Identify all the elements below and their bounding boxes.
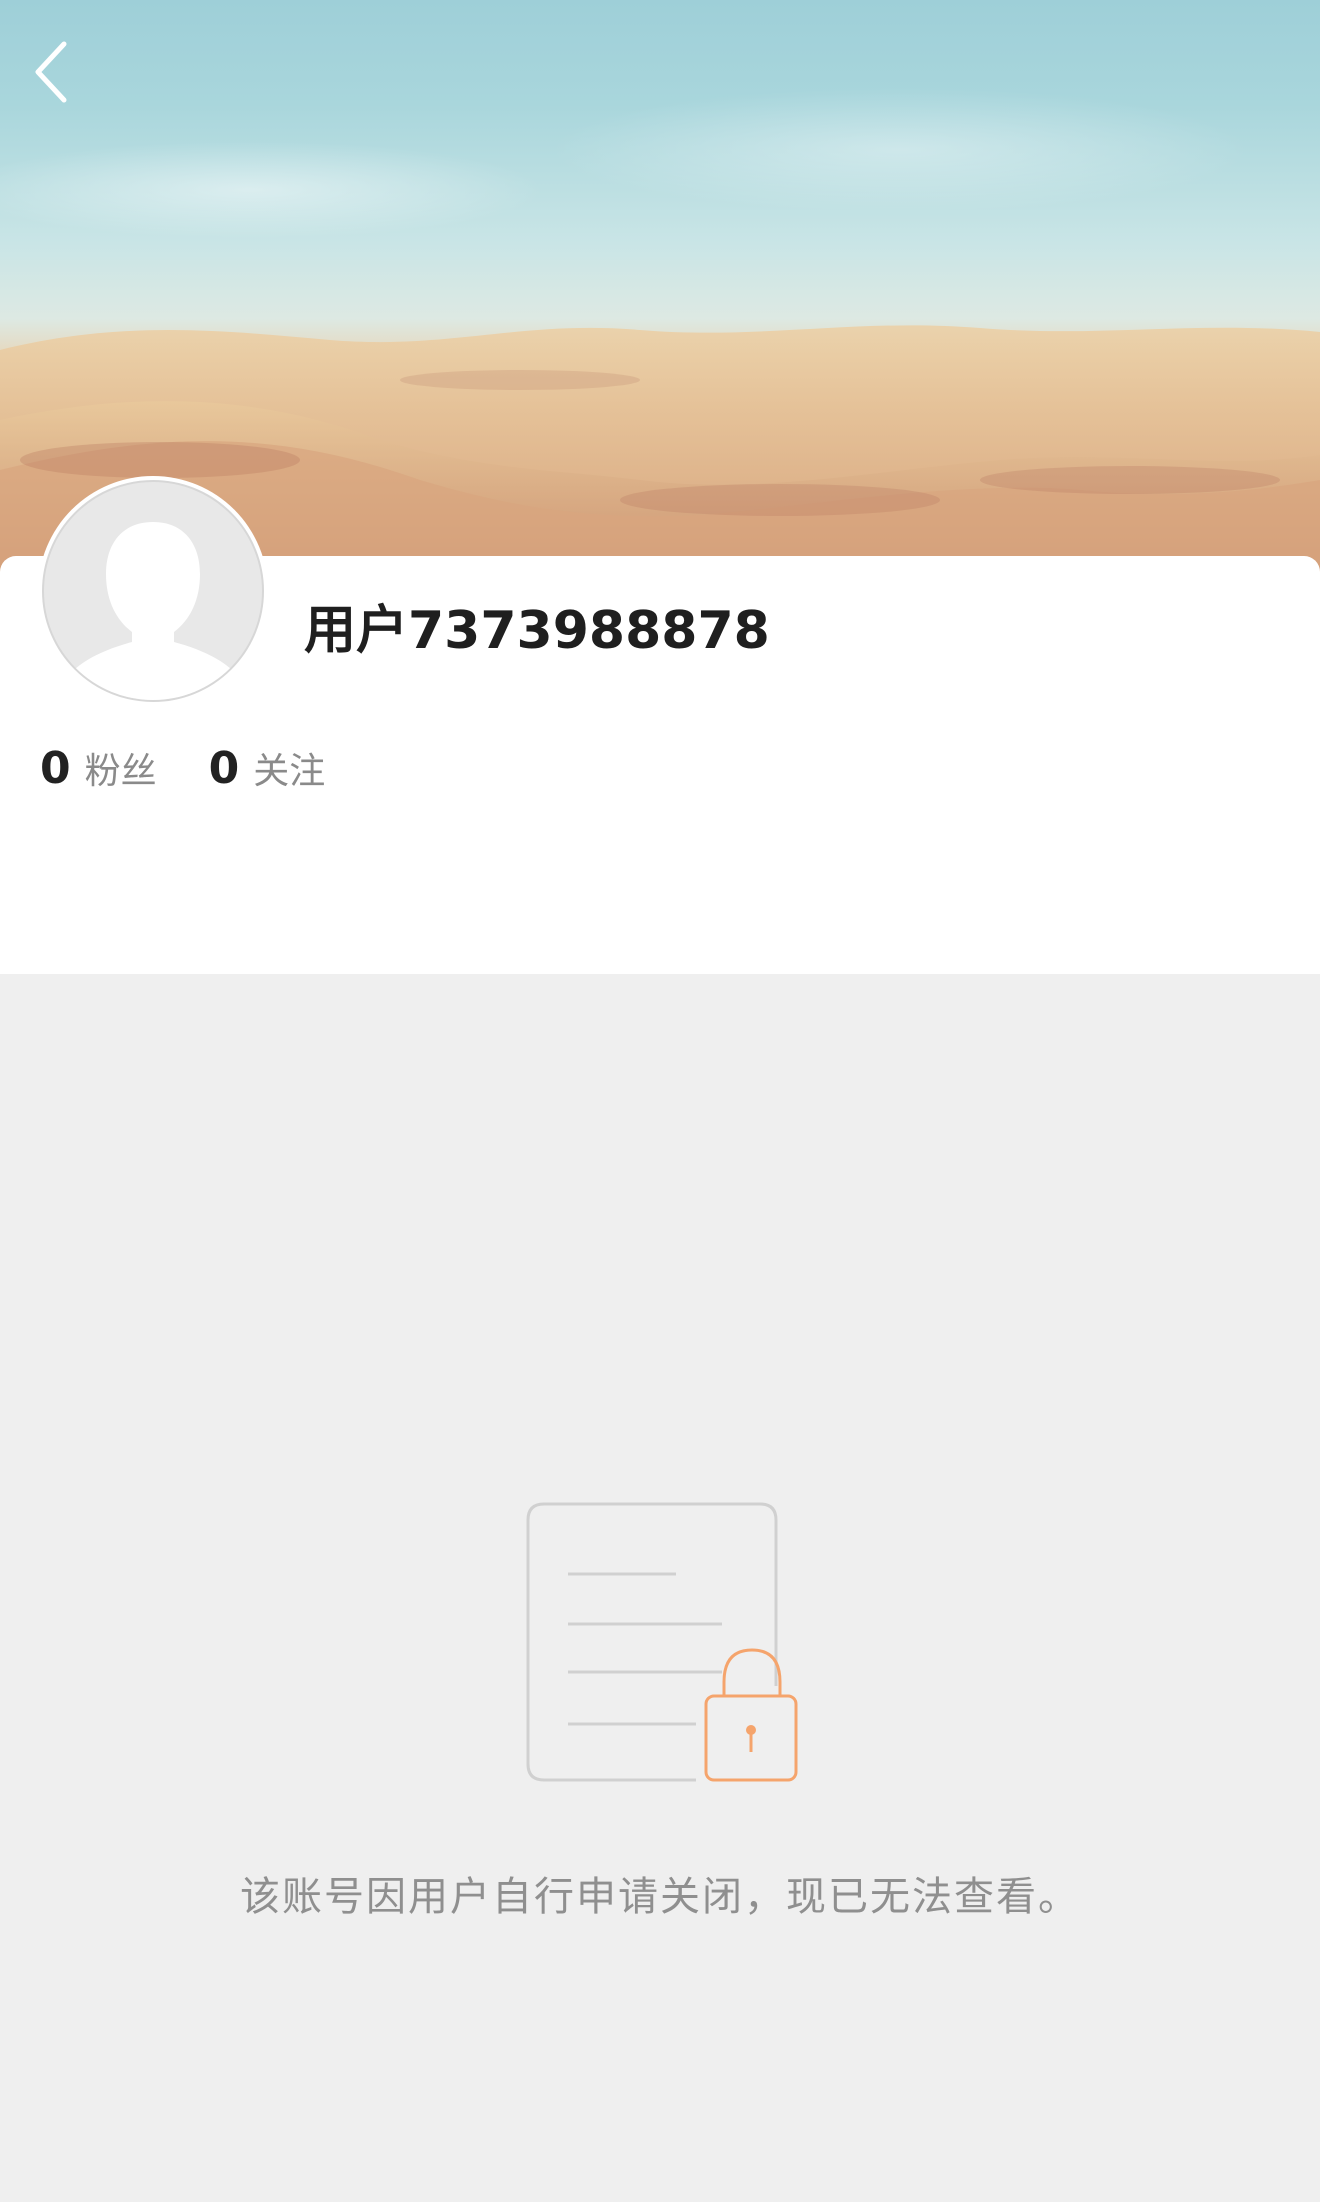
profile-page: 用户7373988878 0 粉丝 0 关注 该账号因用户自行申请关闭，现已无法… [0, 0, 1320, 2202]
following-count: 0 [208, 743, 240, 794]
profile-stats: 0 粉丝 0 关注 [40, 742, 377, 794]
default-avatar-silhouette [42, 480, 264, 702]
account-closed-message: 该账号因用户自行申请关闭，现已无法查看。 [240, 1874, 1080, 1920]
followers-stat[interactable]: 0 粉丝 [40, 742, 157, 794]
following-label: 关注 [253, 751, 326, 792]
following-stat[interactable]: 0 关注 [209, 742, 326, 794]
followers-label: 粉丝 [84, 751, 157, 792]
followers-count: 0 [40, 743, 71, 794]
document-lock-icon [524, 1500, 800, 1806]
username: 用户7373988878 [304, 601, 770, 661]
chevron-left-icon [35, 41, 67, 103]
person-silhouette-icon [62, 522, 244, 700]
avatar[interactable] [38, 476, 268, 706]
back-button[interactable] [26, 36, 82, 108]
